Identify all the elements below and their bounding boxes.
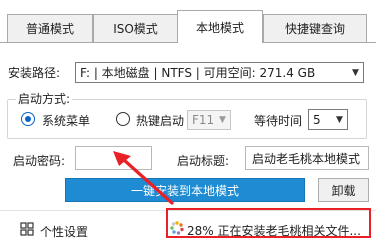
- boot-title-value: 启动老毛桃本地模式: [252, 151, 361, 166]
- wait-time-value: 5: [313, 112, 321, 127]
- install-progress-status: 28% 正在安装老毛桃相关文件...: [187, 224, 361, 238]
- boot-title-label: 启动标题:: [177, 154, 230, 168]
- wait-time-select[interactable]: 5 ▼: [308, 109, 348, 130]
- radio-hotkey-boot[interactable]: [116, 112, 130, 126]
- radio-system-menu[interactable]: [21, 112, 35, 126]
- boot-password-label: 启动密码:: [13, 154, 66, 168]
- tab-iso-mode[interactable]: ISO模式: [93, 14, 178, 42]
- chevron-down-icon[interactable]: ▼: [215, 111, 230, 129]
- uninstall-button-label: 卸载: [331, 183, 356, 198]
- boot-title-input[interactable]: 启动老毛桃本地模式: [245, 146, 369, 170]
- tab-label: 普通模式: [25, 22, 74, 36]
- personalize-icon[interactable]: [20, 222, 34, 236]
- mode-tab-bar: 普通模式 ISO模式 本地模式 快捷键查询: [0, 0, 376, 43]
- tab-hotkey-query[interactable]: 快捷键查询: [263, 14, 367, 42]
- chevron-down-icon[interactable]: ▼: [332, 110, 347, 129]
- uninstall-button[interactable]: 卸载: [318, 178, 369, 202]
- tab-local-mode[interactable]: 本地模式: [177, 10, 263, 43]
- wait-time-label: 等待时间: [254, 114, 303, 128]
- tab-normal-mode[interactable]: 普通模式: [7, 14, 93, 42]
- loading-spinner-icon: [170, 221, 184, 235]
- tab-label: ISO模式: [113, 22, 158, 36]
- install-path-select[interactable]: F: | 本地磁盘 | NTFS | 可用空间: 271.4 GB ▼: [75, 62, 364, 83]
- install-button-label: 一键安装到本地模式: [130, 183, 239, 198]
- install-to-local-button[interactable]: 一键安装到本地模式: [65, 178, 305, 202]
- chevron-down-icon[interactable]: ▼: [348, 63, 363, 82]
- install-path-value: F: | 本地磁盘 | NTFS | 可用空间: 271.4 GB: [80, 66, 316, 80]
- boot-mode-group-title: 启动方式:: [16, 90, 73, 107]
- hotkey-select[interactable]: F11 ▼: [187, 110, 231, 130]
- install-path-label: 安装路径:: [8, 66, 61, 80]
- hotkey-value: F11: [192, 113, 215, 127]
- tab-label: 本地模式: [195, 20, 244, 35]
- radio-system-menu-label[interactable]: 系统菜单: [42, 112, 90, 129]
- personalize-label[interactable]: 个性设置: [40, 223, 88, 240]
- tab-label: 快捷键查询: [284, 22, 345, 36]
- boot-password-input[interactable]: [75, 146, 152, 170]
- radio-hotkey-boot-label[interactable]: 热键启动: [136, 112, 184, 129]
